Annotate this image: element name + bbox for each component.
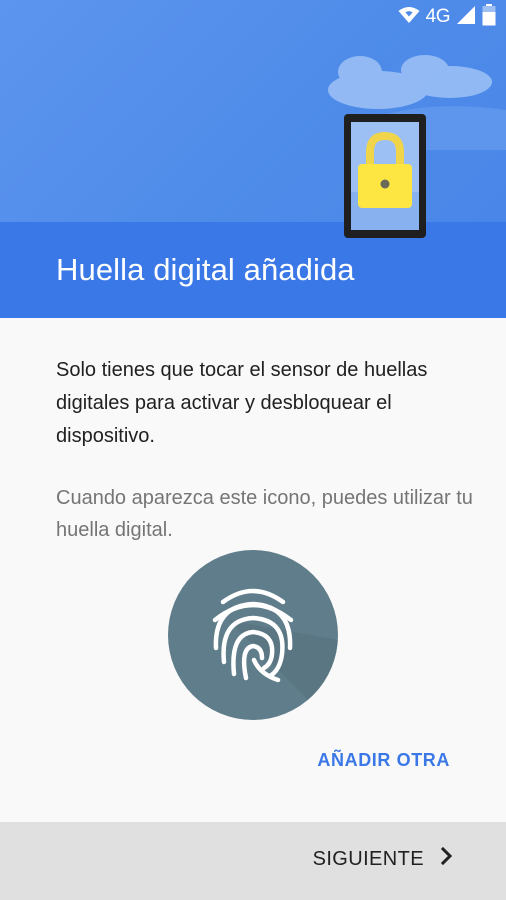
battery-icon [482,3,496,31]
network-type-label: 4G [425,6,451,27]
add-another-button[interactable]: AÑADIR OTRA [317,746,450,775]
fingerprint-icon [212,588,338,720]
phone-with-padlock-illustration [300,40,506,250]
chevron-right-icon [440,846,454,872]
next-button[interactable]: SIGUIENTE [313,846,454,872]
cell-signal-icon [456,5,476,30]
instructions-text: Solo tienes que tocar el sensor de huell… [56,359,428,447]
fingerprint-badge [168,550,338,720]
hint-text: Cuando aparezca este icono, puedes utili… [56,487,473,541]
footer-bar: SIGUIENTE [0,822,506,900]
main-content: Solo tienes que tocar el sensor de huell… [0,318,506,822]
status-bar: 4G [0,0,506,34]
wifi-icon [398,6,420,29]
status-icons: 4G [398,3,496,31]
next-button-label: SIGUIENTE [312,847,424,870]
header: 4G Huella digital añadida [0,0,506,318]
page-title: Huella digital añadida [56,252,355,287]
